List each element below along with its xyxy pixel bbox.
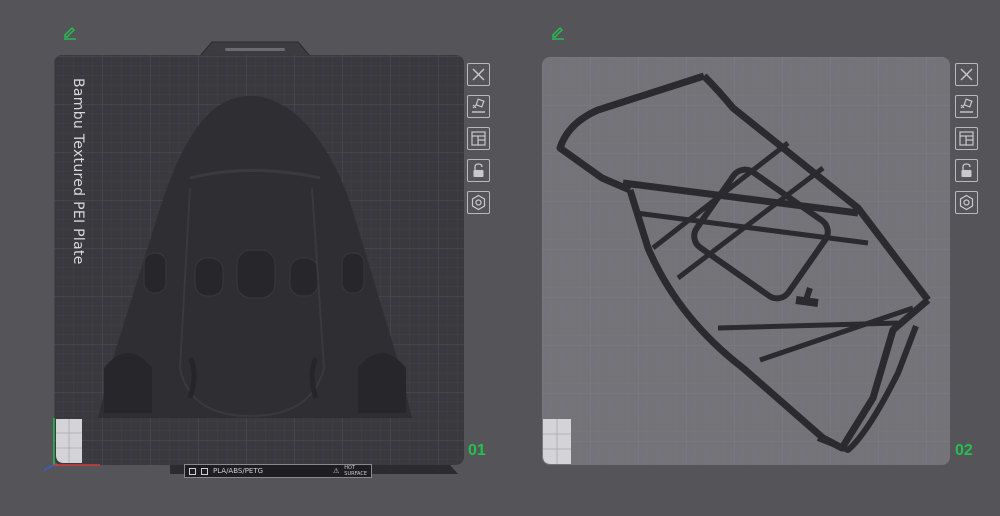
delete-plate-button[interactable] (955, 63, 978, 86)
lock-plate-button[interactable] (955, 159, 978, 182)
arrange-button[interactable] (467, 127, 490, 150)
plate-spec-strip: PLA/ABS/PETG ⚠ HOT SURFACE (184, 464, 372, 478)
plate-settings-button[interactable] (467, 191, 490, 214)
close-icon (960, 68, 973, 81)
filament-types-label: PLA/ABS/PETG (213, 467, 264, 475)
auto-orient-button[interactable] (955, 95, 978, 118)
plate-type-label: Bambu Textured PEI Plate (70, 78, 86, 265)
plate-1-canvas (43, 41, 464, 474)
plate-icon (189, 467, 196, 475)
auto-orient-icon (960, 98, 973, 113)
build-plate-2[interactable]: 02 (528, 38, 973, 488)
arrange-icon (471, 131, 486, 146)
arrange-button[interactable] (955, 127, 978, 150)
plate-2-canvas (542, 57, 950, 465)
lock-plate-button[interactable] (467, 159, 490, 182)
z-axis-line (43, 464, 55, 471)
lock-icon (961, 163, 972, 177)
lock-icon (473, 163, 484, 177)
build-plate-1[interactable]: Bambu Textured PEI Plate PLA/ABS/PETG ⚠ … (40, 38, 486, 488)
hot-surface-label: HOT SURFACE (344, 465, 367, 477)
plate-2-toolbar (955, 63, 978, 214)
arrange-icon (959, 131, 974, 146)
plate-settings-button[interactable] (955, 191, 978, 214)
settings-icon (471, 194, 486, 211)
auto-orient-button[interactable] (467, 95, 490, 118)
plate-icon (201, 467, 208, 475)
plate-1-toolbar (467, 63, 490, 214)
auto-orient-icon (472, 98, 485, 113)
settings-icon (959, 194, 974, 211)
delete-plate-button[interactable] (467, 63, 490, 86)
plate-number: 02 (955, 442, 973, 459)
close-icon (472, 68, 485, 81)
plate-number: 01 (468, 442, 486, 459)
warning-triangle-icon: ⚠ (333, 467, 340, 475)
